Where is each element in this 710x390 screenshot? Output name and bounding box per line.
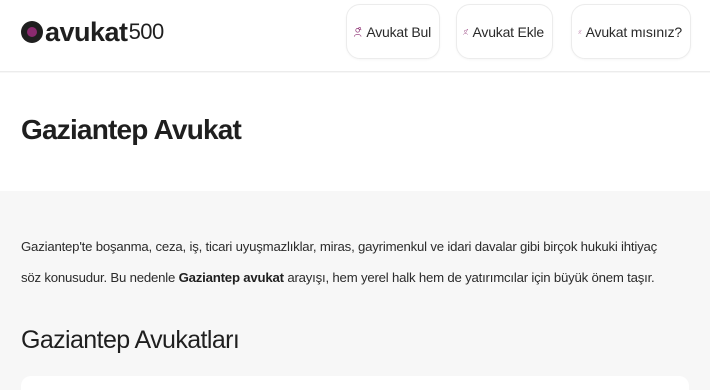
section-title: Gaziantep Avukatları <box>21 326 240 354</box>
site-header: avukat 500 Avukat Bul Avukat Ekle Avukat… <box>0 0 710 72</box>
lawyer-list-card <box>21 376 689 390</box>
user-question-icon <box>578 29 582 34</box>
find-lawyer-button[interactable]: Avukat Bul <box>346 4 440 59</box>
user-add-icon <box>463 28 469 35</box>
site-logo[interactable]: avukat 500 <box>21 14 164 50</box>
intro-text-part2: arayışı, hem yerel halk hem de yatırımcı… <box>283 270 655 285</box>
find-lawyer-label: Avukat Bul <box>366 23 431 40</box>
intro-bold-keyword: Gaziantep avukat <box>178 270 284 285</box>
logo-number: 500 <box>128 19 165 44</box>
page-title-band: Gaziantep Avukat <box>0 73 710 191</box>
add-lawyer-label: Avukat Ekle <box>472 23 545 40</box>
add-lawyer-button[interactable]: Avukat Ekle <box>456 4 553 59</box>
logo-mark-icon <box>21 21 43 43</box>
intro-paragraph: Gaziantep'te boşanma, ceza, iş, ticari u… <box>21 231 671 293</box>
main-content: Gaziantep'te boşanma, ceza, iş, ticari u… <box>0 191 710 390</box>
are-you-lawyer-button[interactable]: Avukat mısınız? <box>571 4 691 59</box>
page-title: Gaziantep Avukat <box>21 114 242 145</box>
are-you-lawyer-label: Avukat mısınız? <box>585 23 683 40</box>
user-search-icon <box>353 26 362 37</box>
logo-word: avukat <box>45 16 128 47</box>
